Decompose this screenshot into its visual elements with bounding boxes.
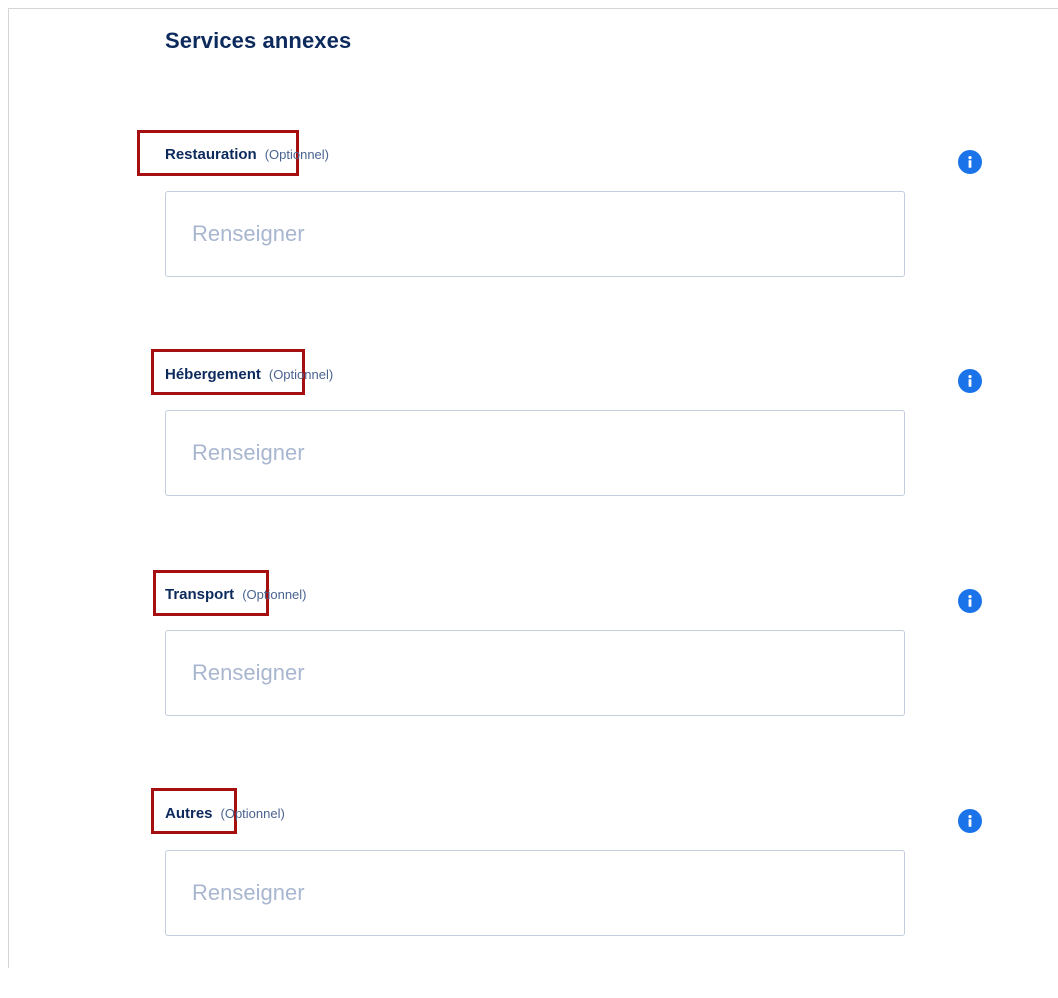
hebergement-input[interactable] <box>165 410 905 496</box>
field-autres: Autres (Optionnel) <box>0 788 1058 998</box>
optional-hint: (Optionnel) <box>242 586 307 602</box>
field-label-row: Hébergement (Optionnel) <box>165 359 333 389</box>
info-icon[interactable] <box>958 809 982 833</box>
field-label-row: Transport (Optionnel) <box>165 579 307 609</box>
field-label: Hébergement <box>165 365 261 383</box>
info-icon[interactable] <box>958 589 982 613</box>
restauration-input[interactable] <box>165 191 905 277</box>
field-label: Transport <box>165 585 235 603</box>
optional-hint: (Optionnel) <box>264 146 329 162</box>
optional-hint: (Optionnel) <box>220 805 285 821</box>
field-transport: Transport (Optionnel) <box>0 570 1058 778</box>
autres-input[interactable] <box>165 850 905 936</box>
field-hebergement: Hébergement (Optionnel) <box>0 349 1058 558</box>
transport-input[interactable] <box>165 630 905 716</box>
optional-hint: (Optionnel) <box>268 366 334 382</box>
info-icon[interactable] <box>958 369 982 393</box>
info-icon[interactable] <box>958 150 982 174</box>
field-restauration: Restauration (Optionnel) <box>0 130 1058 338</box>
section-title: Services annexes <box>165 28 352 53</box>
field-label-row: Autres (Optionnel) <box>165 798 285 828</box>
field-label: Restauration <box>165 145 257 163</box>
field-label-row: Restauration (Optionnel) <box>165 139 329 169</box>
field-label: Autres <box>165 804 213 822</box>
